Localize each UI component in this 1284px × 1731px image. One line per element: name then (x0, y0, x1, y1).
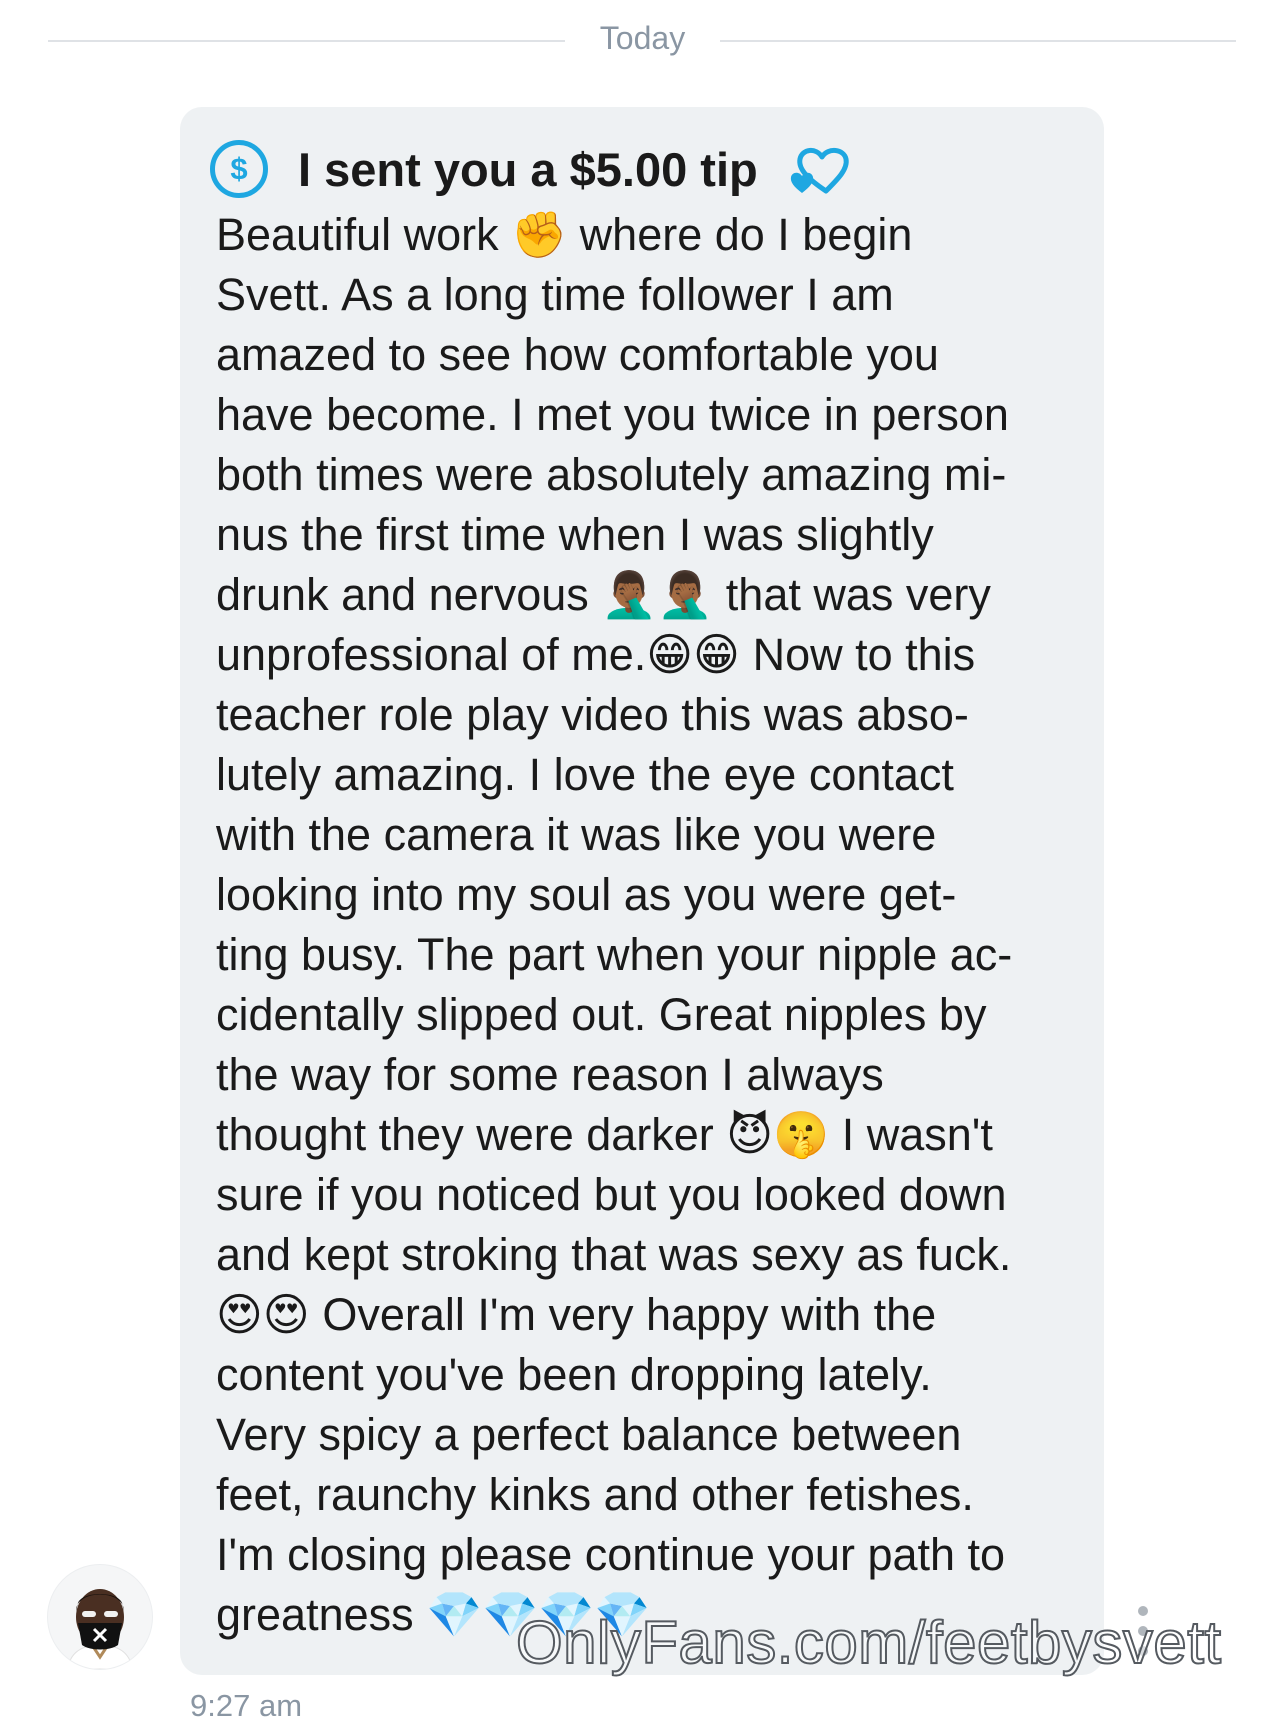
sender-avatar[interactable] (48, 1565, 152, 1669)
message-bubble[interactable]: $ I sent you a $5.00 tip Beautiful work … (180, 107, 1104, 1675)
date-divider: Today (48, 18, 1236, 60)
divider-line-right (720, 40, 1236, 42)
message-timestamp: 9:27 am (190, 1688, 303, 1723)
divider-line-left (48, 40, 565, 42)
tip-header: $ I sent you a $5.00 tip (210, 133, 854, 205)
message-text: Beautiful work ✊ where do I begin Svett.… (216, 209, 1013, 1640)
dollar-circle-icon: $ (210, 140, 268, 198)
twin-hearts-icon (790, 148, 849, 194)
date-label: Today (599, 20, 686, 56)
tip-text: I sent you a $5.00 tip (298, 142, 758, 196)
watermark-text: OnlyFans.com/feetbysvett (515, 1608, 1222, 1677)
bitmoji-avatar-icon (67, 1589, 133, 1669)
